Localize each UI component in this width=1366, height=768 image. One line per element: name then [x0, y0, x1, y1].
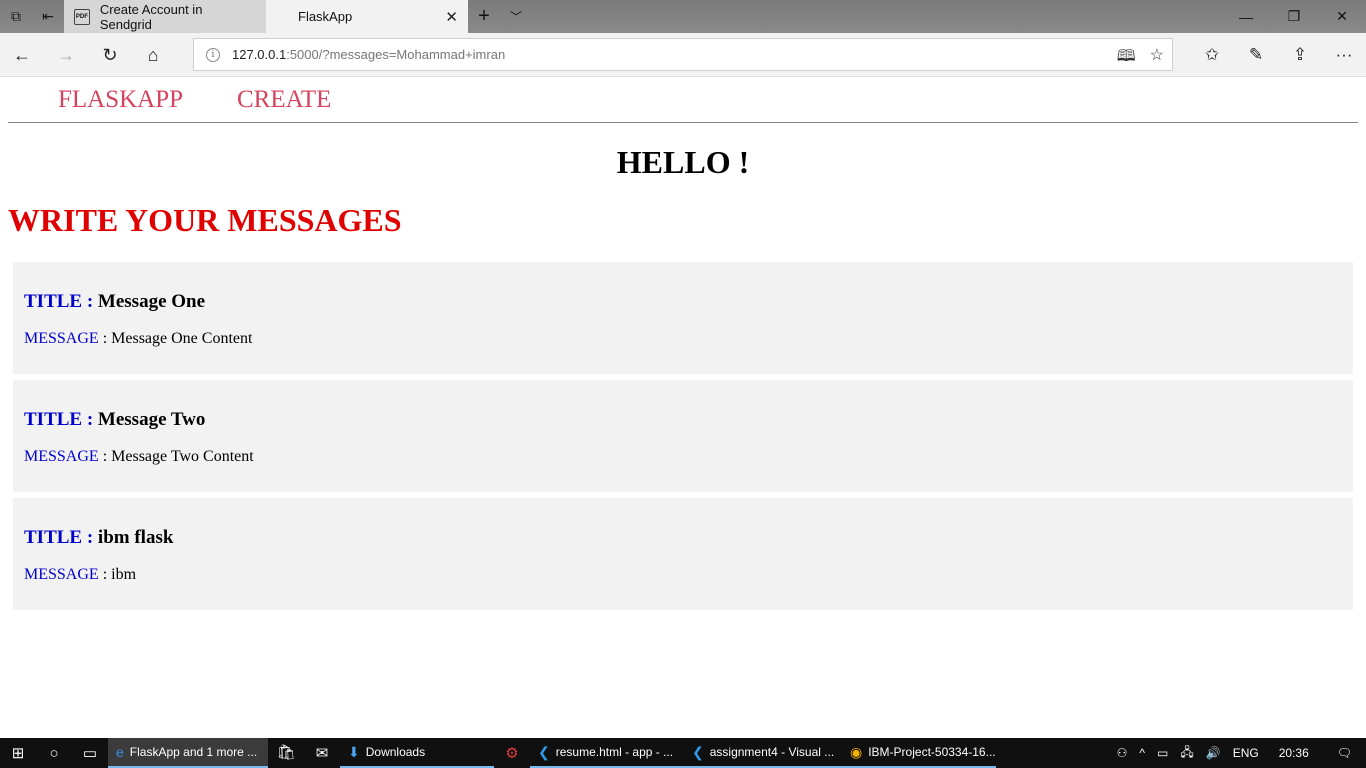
title-value: Message One — [97, 291, 206, 312]
more-menu-icon[interactable]: ··· — [1322, 40, 1366, 70]
message-value: Message One Content — [111, 330, 253, 347]
close-window-button[interactable]: ✕ — [1318, 0, 1366, 33]
taskbar-app-vscode-assignment[interactable]: ❮ assignment4 - Visual ... — [684, 738, 842, 768]
url-path: :5000/?messages=Mohammad+imran — [286, 47, 506, 62]
tab-preview-icon[interactable]: ⧉ — [0, 0, 32, 33]
new-tab-button[interactable]: + — [468, 0, 500, 33]
favorite-star-icon[interactable]: ☆ — [1150, 45, 1164, 72]
windows-start-icon[interactable]: ⊞ — [0, 738, 36, 768]
taskbar-app-label: assignment4 - Visual ... — [709, 745, 835, 759]
nav-link-flaskapp[interactable]: FLASKAPP — [58, 86, 183, 114]
mail-icon[interactable]: ✉ — [304, 738, 340, 768]
taskbar-app-label: Downloads — [365, 745, 426, 759]
settings-app-icon[interactable]: ⚙ — [494, 738, 530, 768]
message-value: Message Two Content — [111, 448, 254, 465]
download-icon: ⬇ — [348, 743, 360, 760]
address-bar[interactable]: i 127.0.0.1:5000/?messages=Mohammad+imra… — [193, 38, 1173, 71]
chrome-icon: ◉ — [850, 743, 863, 760]
restore-button[interactable]: ❐ — [1270, 0, 1318, 33]
share-icon[interactable]: ⇪ — [1278, 40, 1322, 70]
message-title: TITLE : ibm flask — [24, 527, 173, 549]
title-value: Message Two — [97, 409, 206, 430]
refresh-button[interactable]: ↻ — [95, 40, 125, 70]
reading-view-icon[interactable]: 🕮 — [1117, 45, 1136, 72]
title-value: ibm flask — [97, 527, 174, 548]
action-center-icon[interactable]: 🗨 — [1323, 746, 1366, 760]
message-separator: : — [98, 448, 112, 465]
taskbar-app-label: resume.html - app - ... — [555, 745, 674, 759]
forward-button[interactable]: → — [51, 40, 81, 70]
people-icon[interactable]: ⚇ — [1111, 746, 1134, 760]
set-aside-tabs-icon[interactable]: ⇤ — [32, 0, 64, 33]
network-icon[interactable]: 🖧 — [1174, 743, 1199, 764]
message-body: MESSAGE : Message One Content — [24, 330, 252, 348]
edge-icon: e — [116, 744, 124, 760]
favorites-hub-icon[interactable]: ✩ — [1190, 40, 1234, 70]
taskbar-app-label: FlaskApp and 1 more ... — [129, 745, 258, 759]
message-title: TITLE : Message Two — [24, 409, 205, 431]
message-body: MESSAGE : ibm — [24, 566, 136, 584]
message-separator: : — [98, 566, 112, 583]
message-body: MESSAGE : Message Two Content — [24, 448, 254, 466]
title-bar: ⧉ ⇤ PDF Create Account in Sendgrid Flask… — [0, 0, 1366, 33]
title-label: TITLE : — [24, 409, 94, 430]
message-value: ibm — [111, 566, 137, 583]
message-label: MESSAGE — [24, 566, 99, 583]
close-tab-icon[interactable]: ✕ — [445, 8, 458, 26]
language-indicator[interactable]: ENG — [1227, 746, 1265, 760]
message-title: TITLE : Message One — [24, 291, 205, 313]
tab-sendgrid[interactable]: PDF Create Account in Sendgrid — [64, 0, 266, 33]
home-button[interactable]: ⌂ — [138, 40, 168, 70]
taskbar-app-downloads[interactable]: ⬇ Downloads — [340, 738, 494, 768]
task-view-icon[interactable]: ▭ — [72, 738, 108, 768]
show-hidden-icons-chevron-icon[interactable]: ^ — [1133, 746, 1151, 760]
info-icon[interactable]: i — [206, 47, 220, 62]
title-label: TITLE : — [24, 291, 94, 312]
system-tray: ⚇ ^ ▭ 🖧 🔊 ENG 20:36 🗨 — [1111, 738, 1366, 768]
message-label: MESSAGE — [24, 448, 99, 465]
web-page: FLASKAPP CREATE HELLO ! WRITE YOUR MESSA… — [0, 78, 1366, 738]
back-button[interactable]: ← — [7, 40, 37, 70]
cortana-search-icon[interactable]: ○ — [36, 738, 72, 768]
store-icon[interactable]: 🛍 — [268, 738, 304, 768]
taskbar-app-label: IBM-Project-50334-16... — [868, 745, 996, 759]
vscode-icon: ❮ — [538, 743, 550, 760]
volume-icon[interactable]: 🔊 — [1200, 746, 1227, 760]
url-host: 127.0.0.1 — [232, 47, 287, 62]
page-title: WRITE YOUR MESSAGES — [8, 202, 402, 238]
title-label: TITLE : — [24, 527, 94, 548]
taskbar-app-vscode-resume[interactable]: ❮ resume.html - app - ... — [530, 738, 684, 768]
minimize-button[interactable]: — — [1222, 0, 1270, 33]
message-label: MESSAGE — [24, 330, 99, 347]
browser-toolbar: ← → ↻ ⌂ i 127.0.0.1:5000/?messages=Moham… — [0, 33, 1366, 77]
window-controls: — ❐ ✕ — [1222, 0, 1366, 33]
site-nav: FLASKAPP CREATE — [8, 78, 1358, 123]
message-card: TITLE : ibm flask MESSAGE : ibm — [13, 498, 1353, 610]
message-card: TITLE : Message One MESSAGE : Message On… — [13, 262, 1353, 374]
hello-heading: HELLO ! — [616, 144, 750, 180]
tab-menu-chevron-icon[interactable]: ﹀ — [500, 0, 532, 33]
message-separator: : — [98, 330, 112, 347]
tab-flaskapp[interactable]: FlaskApp ✕ — [266, 0, 468, 33]
nav-link-create[interactable]: CREATE — [237, 86, 331, 114]
vscode-icon: ❮ — [692, 743, 704, 760]
taskbar: ⊞ ○ ▭ e FlaskApp and 1 more ... 🛍 ✉ ⬇ Do… — [0, 738, 1366, 768]
web-note-icon[interactable]: ✎ — [1234, 40, 1278, 70]
pdf-icon: PDF — [74, 8, 90, 25]
clock[interactable]: 20:36 — [1265, 746, 1323, 760]
tab-title: FlaskApp — [298, 9, 353, 24]
taskbar-app-edge[interactable]: e FlaskApp and 1 more ... — [108, 738, 268, 768]
taskbar-app-chrome[interactable]: ◉ IBM-Project-50334-16... — [842, 738, 996, 768]
battery-icon[interactable]: ▭ — [1151, 746, 1174, 760]
tab-title: Create Account in Sendgrid — [99, 1, 203, 32]
message-card: TITLE : Message Two MESSAGE : Message Tw… — [13, 380, 1353, 492]
